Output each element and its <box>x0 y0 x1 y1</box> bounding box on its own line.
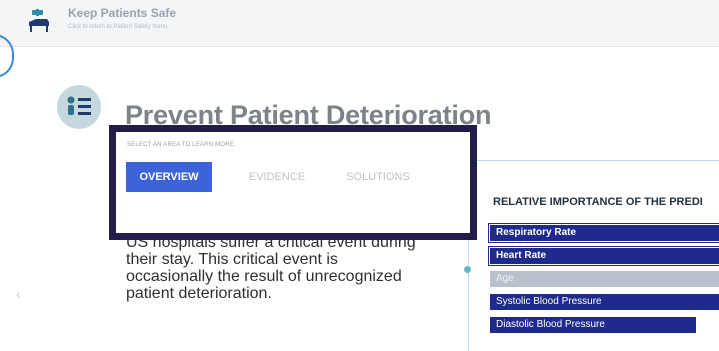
tab-solutions[interactable]: SOLUTIONS <box>330 162 426 192</box>
bar-label: Respiratory Rate <box>496 227 577 238</box>
header-title[interactable]: Keep Patients Safe <box>68 6 176 20</box>
tab-evidence[interactable]: EVIDENCE <box>232 162 322 192</box>
tab-selector-highlight: SELECT AN AREA TO LEARN MORE. OVERVIEW E… <box>109 125 477 240</box>
hospital-bed-icon <box>29 9 49 32</box>
chart-title: RELATIVE IMPORTANCE OF THE PREDI <box>493 196 703 208</box>
patient-checklist-icon <box>57 85 101 129</box>
tab-overview[interactable]: OVERVIEW <box>126 162 212 192</box>
bar-label: Age <box>496 273 514 284</box>
bar-row: Systolic Blood Pressure <box>490 292 719 314</box>
bar-label: Heart Rate <box>496 250 547 261</box>
bar-label: Diastolic Blood Pressure <box>496 319 605 330</box>
header-bar[interactable]: Keep Patients Safe Click to return to Pa… <box>0 0 719 47</box>
bar-row: Heart Rate <box>489 246 719 268</box>
bar-row: Diastolic Blood Pressure <box>490 315 719 337</box>
bar-row: Age <box>490 269 719 291</box>
bar-chart: Respiratory Rate Heart Rate Age Systolic… <box>489 223 719 338</box>
bar-age <box>490 271 719 287</box>
bar-label: Systolic Blood Pressure <box>496 296 602 307</box>
header-subtitle[interactable]: Click to return to Patient Safety menu. <box>68 24 169 30</box>
tab-instruction: SELECT AN AREA TO LEARN MORE. <box>127 142 236 148</box>
chevron-left-icon[interactable]: ‹ <box>16 286 21 302</box>
bar-row: Respiratory Rate <box>489 223 719 245</box>
connector-dot <box>464 266 471 273</box>
